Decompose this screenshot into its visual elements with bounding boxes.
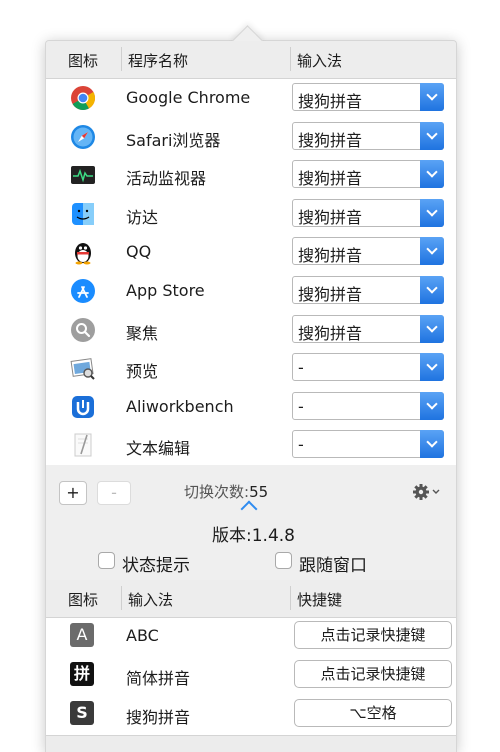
ime-row: A ABC 点击记录快捷键 — [46, 617, 456, 656]
app-row[interactable]: 预览 - — [46, 349, 456, 388]
ime-row: S 搜狗拼音 ⌥空格 — [46, 695, 456, 734]
app-name: 访达 — [126, 207, 159, 227]
switch-count-value: 55 — [249, 483, 269, 501]
record-shortcut-button[interactable]: 点击记录快捷键 — [294, 660, 452, 688]
app-name: Aliworkbench — [126, 396, 234, 416]
status-hint-checkbox[interactable] — [98, 552, 115, 569]
apps-table-header: 图标 程序名称 输入法 — [46, 41, 456, 79]
ime-name: 搜狗拼音 — [126, 708, 191, 727]
gear-icon[interactable] — [412, 483, 444, 501]
ime-select[interactable]: - — [292, 430, 444, 459]
app-row[interactable]: QQ 搜狗拼音 — [46, 233, 456, 272]
ime-select[interactable]: 搜狗拼音 — [292, 314, 444, 343]
ime-row: 拼 简体拼音 点击记录快捷键 — [46, 656, 456, 695]
ime-list: A ABC 点击记录快捷键 拼 简体拼音 点击记录快捷键 S 搜狗拼音 ⌥空格 — [46, 617, 456, 735]
ime-name: ABC — [126, 626, 159, 645]
remove-button[interactable]: - — [97, 481, 131, 505]
input-method-popover: 图标 程序名称 输入法 Google Chrome 搜狗拼音 Safari浏览器… — [45, 40, 457, 752]
ime-table-header: 图标 输入法 快捷键 — [46, 580, 456, 618]
app-store-icon — [71, 279, 95, 303]
ime-select[interactable]: 搜狗拼音 — [292, 121, 444, 150]
app-name: 文本编辑 — [126, 439, 191, 459]
app-row[interactable]: 文本编辑 - — [46, 426, 456, 465]
app-name: QQ — [126, 242, 152, 262]
chevron-down-icon[interactable] — [420, 314, 444, 343]
header-icon: 图标 — [68, 52, 99, 70]
chevron-down-icon[interactable] — [420, 121, 444, 150]
preview-icon — [70, 358, 95, 380]
record-shortcut-button[interactable]: 点击记录快捷键 — [294, 621, 452, 649]
bottom-bar — [46, 735, 456, 752]
ime-select[interactable]: 搜狗拼音 — [292, 83, 444, 111]
chevron-down-icon[interactable] — [420, 430, 444, 459]
app-name: Safari浏览器 — [126, 130, 221, 150]
follow-window-label: 跟随窗口 — [299, 556, 367, 576]
chevron-down-icon[interactable] — [420, 237, 444, 266]
app-name: 聚焦 — [126, 323, 159, 343]
app-row[interactable]: Aliworkbench - — [46, 388, 456, 427]
chevron-down-icon[interactable] — [420, 198, 444, 227]
abc-icon: A — [70, 623, 94, 647]
ime-select[interactable]: - — [292, 353, 444, 382]
qq-penguin-icon — [75, 243, 91, 265]
header-shortcut: 快捷键 — [297, 591, 343, 609]
record-shortcut-button[interactable]: ⌥空格 — [294, 699, 452, 727]
finder-icon — [72, 202, 94, 225]
ime-select[interactable]: - — [292, 391, 444, 420]
sogou-icon: S — [70, 701, 94, 725]
version-text: 版本:1.4.8 — [212, 526, 295, 546]
ime-select[interactable]: 搜狗拼音 — [292, 276, 444, 304]
chevron-up-icon[interactable] — [240, 500, 258, 518]
activity-monitor-icon — [71, 166, 95, 185]
follow-window-checkbox[interactable] — [275, 552, 292, 569]
chevron-down-icon[interactable] — [420, 83, 444, 111]
app-row[interactable]: 活动监视器 搜狗拼音 — [46, 156, 456, 195]
app-name: Google Chrome — [126, 88, 251, 107]
chevron-down-icon[interactable] — [420, 353, 444, 382]
app-row[interactable]: Safari浏览器 搜狗拼音 — [46, 118, 456, 157]
switch-count: 切换次数:55 — [184, 481, 268, 502]
app-row[interactable]: Google Chrome 搜狗拼音 — [46, 79, 456, 118]
chevron-down-icon[interactable] — [420, 391, 444, 420]
app-name: 活动监视器 — [126, 169, 207, 189]
app-name: 预览 — [126, 362, 159, 382]
chrome-icon — [71, 86, 96, 111]
pinyin-icon: 拼 — [70, 662, 94, 686]
textedit-icon — [74, 433, 92, 457]
ime-select[interactable]: 搜狗拼音 — [292, 237, 444, 266]
chevron-down-icon[interactable] — [420, 160, 444, 189]
header-ime: 输入法 — [297, 52, 343, 70]
switch-count-label: 切换次数: — [184, 483, 250, 501]
safari-icon — [71, 124, 95, 149]
app-row[interactable]: App Store 搜狗拼音 — [46, 272, 456, 311]
header-icon: 图标 — [68, 591, 99, 609]
ime-name: 简体拼音 — [126, 669, 191, 688]
app-row[interactable]: 聚焦 搜狗拼音 — [46, 311, 456, 350]
chevron-down-icon[interactable] — [420, 276, 444, 304]
spotlight-icon — [71, 317, 95, 342]
header-ime: 输入法 — [128, 591, 174, 609]
app-name: App Store — [126, 281, 205, 300]
apps-list: Google Chrome 搜狗拼音 Safari浏览器 搜狗拼音 活动监视器 … — [46, 79, 456, 465]
add-button[interactable]: + — [59, 481, 87, 505]
ime-select[interactable]: 搜狗拼音 — [292, 160, 444, 189]
status-hint-label: 状态提示 — [122, 556, 190, 576]
app-row[interactable]: 访达 搜狗拼音 — [46, 195, 456, 234]
aliworkbench-icon — [72, 395, 94, 418]
ime-select[interactable]: 搜狗拼音 — [292, 198, 444, 227]
header-app-name: 程序名称 — [128, 52, 189, 70]
